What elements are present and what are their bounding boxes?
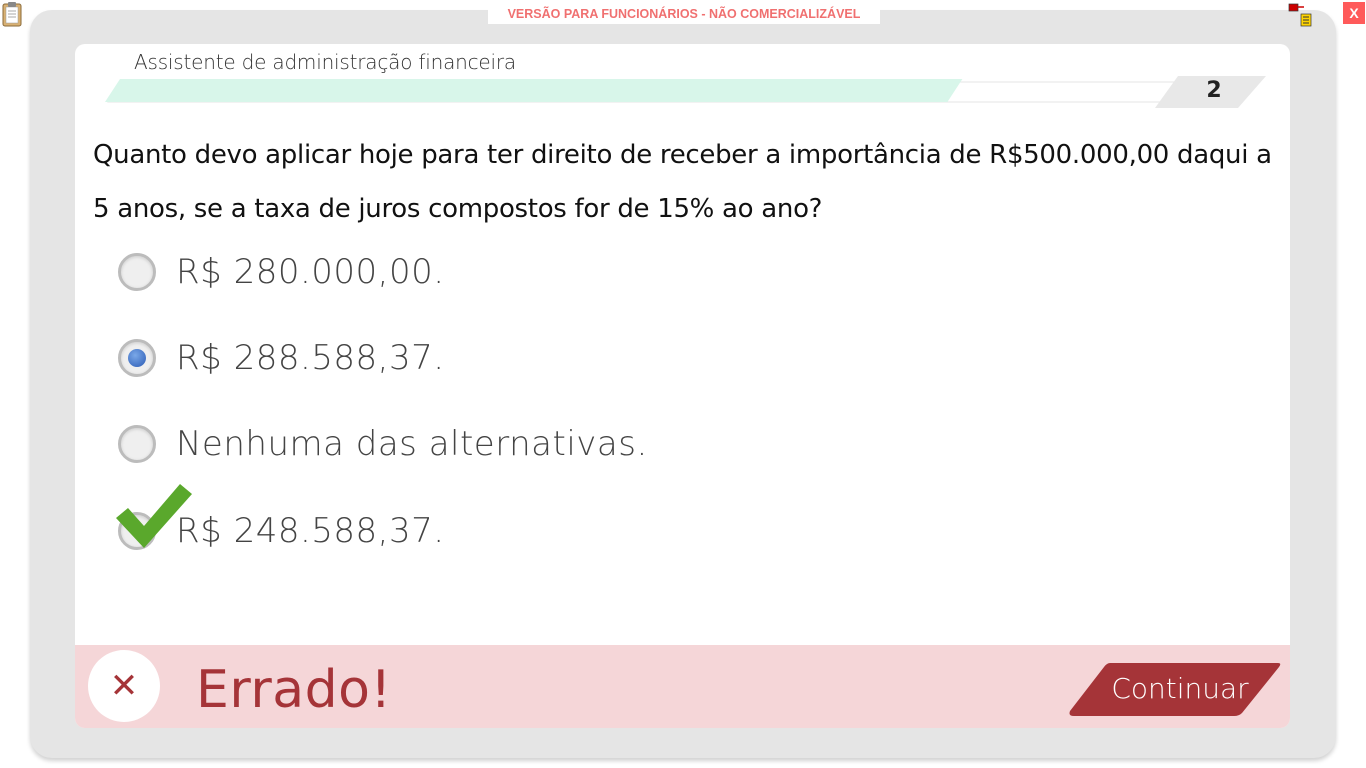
progress-bar — [105, 76, 1266, 108]
option-label: R$ 288.588,37. — [176, 338, 445, 378]
error-badge: ✕ — [88, 650, 160, 722]
correct-check-icon — [116, 484, 192, 548]
assistant-title: Assistente de administração financeira — [134, 50, 516, 74]
option-label: R$ 280.000,00. — [176, 252, 445, 292]
network-status-icon[interactable] — [1288, 3, 1314, 27]
option-label: Nenhuma das alternativas. — [176, 424, 648, 464]
progress-fill — [105, 79, 963, 102]
close-window-button[interactable]: X — [1343, 2, 1365, 24]
option-label: R$ 248.588,37. — [176, 511, 445, 551]
option-3[interactable]: Nenhuma das alternativas. — [118, 420, 648, 468]
continue-label: Continuar — [1111, 672, 1249, 705]
option-2[interactable]: R$ 288.588,37. — [118, 334, 445, 382]
clipboard-icon[interactable] — [1, 1, 23, 27]
radio-button-selected[interactable] — [118, 339, 156, 377]
warning-banner: VERSÃO PARA FUNCIONÁRIOS - NÃO COMERCIAL… — [488, 4, 880, 24]
radio-button[interactable] — [118, 425, 156, 463]
feedback-status: Errado! — [196, 660, 392, 720]
radio-button[interactable] — [118, 253, 156, 291]
close-icon: ✕ — [109, 666, 139, 706]
question-number: 2 — [1206, 78, 1222, 103]
continue-button[interactable]: Continuar — [1066, 661, 1282, 717]
option-1[interactable]: R$ 280.000,00. — [118, 248, 445, 296]
question-text: Quanto devo aplicar hoje para ter direit… — [93, 140, 1272, 224]
